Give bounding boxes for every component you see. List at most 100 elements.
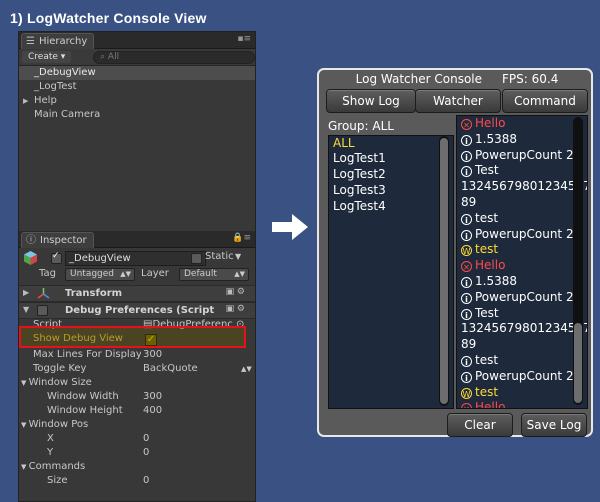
log-entry[interactable]: 13245679801234567 (461, 320, 587, 336)
max-lines-input[interactable]: 300 (143, 348, 162, 362)
info-icon: i (461, 356, 472, 367)
object-name-input[interactable]: _DebugView (65, 251, 206, 266)
collapse-triangle-icon[interactable]: ▼ (21, 421, 29, 429)
window-pos-group[interactable]: ▼ Window Pos (21, 418, 88, 432)
log-entry[interactable]: Wtest (461, 384, 498, 400)
group-item-logtest1[interactable]: LogTest1 (333, 151, 386, 165)
debug-preferences-component-header[interactable]: ▼ Debug Preferences (Script) ▣ ⚙ (19, 302, 255, 319)
clear-button[interactable]: Clear (447, 413, 513, 437)
warning-icon: W (461, 245, 472, 257)
group-item-logtest2[interactable]: LogTest2 (333, 167, 386, 181)
hierarchy-item-logtest[interactable]: _LogTest (19, 80, 255, 94)
log-entry-text: test (475, 353, 499, 367)
log-entry[interactable]: i 1.5388 (461, 131, 517, 147)
show-debug-view-highlight (19, 326, 246, 348)
group-list-scroll-thumb[interactable] (440, 138, 448, 404)
layer-dropdown[interactable]: Default ▲▼ (179, 268, 249, 281)
save-log-button[interactable]: Save Log (521, 413, 587, 437)
collapse-triangle-icon[interactable]: ▼ (21, 379, 29, 387)
tab-hierarchy-label: Hierarchy (38, 36, 88, 47)
expand-triangle-icon[interactable]: ▶ (23, 288, 29, 297)
log-entry[interactable]: i PowerupCount 23 (461, 226, 581, 242)
window-size-group[interactable]: ▼ Window Size (21, 376, 92, 390)
error-icon: ✕ (461, 119, 472, 130)
collapse-triangle-icon[interactable]: ▼ (21, 463, 29, 471)
log-entry[interactable]: i Test (461, 162, 499, 178)
window-width-input[interactable]: 300 (143, 390, 162, 404)
log-entry[interactable]: ✕Hello (461, 399, 506, 409)
panel-menu-icon[interactable]: ▪≡ (237, 34, 251, 44)
hierarchy-item-label: _DebugView (34, 67, 96, 78)
component-enabled-checkbox[interactable] (37, 305, 48, 316)
show-log-button[interactable]: Show Log (326, 89, 416, 113)
log-entry-text: 89 (461, 195, 477, 209)
command-button[interactable]: Command (502, 89, 588, 113)
toggle-key-dropdown[interactable]: BackQuote (143, 362, 198, 376)
tab-inspector[interactable]: ⓘ Inspector (21, 232, 94, 248)
group-item-logtest3[interactable]: LogTest3 (333, 183, 386, 197)
chevron-down-icon: ▲▼ (234, 270, 245, 278)
hierarchy-search-input[interactable]: ⌕ All (93, 51, 255, 64)
log-entry[interactable]: i Test (461, 305, 499, 321)
window-size-label: Window Size (28, 377, 92, 388)
hierarchy-item-debugview[interactable]: _DebugView (19, 66, 255, 80)
info-icon: i (461, 292, 472, 304)
log-entry-text: Test (475, 163, 499, 178)
size-input[interactable]: 0 (143, 474, 149, 488)
lock-menu-icon[interactable]: 🔒≡ (232, 233, 251, 243)
log-entry[interactable]: i test (461, 352, 498, 368)
component-label: Debug Preferences (Script) (65, 305, 215, 316)
fps-readout: FPS: 60.4 (502, 72, 559, 86)
active-checkbox[interactable]: ✓ (51, 251, 62, 264)
log-list: ✕ Hello i 1.5388 i PowerupCount 23 i Test 132456… (456, 115, 588, 409)
group-item-all[interactable]: ALL (333, 136, 355, 150)
window-width-label: Window Width (47, 391, 119, 402)
log-entry-text: Hello (475, 116, 506, 130)
log-entry[interactable]: i test (461, 210, 498, 226)
unity-editor-panel: ☰ Hierarchy ▪≡ Create ▾ ⌕ All _DebugView … (18, 31, 256, 502)
hierarchy-item-label: _LogTest (34, 81, 77, 92)
tab-hierarchy[interactable]: ☰ Hierarchy (21, 33, 95, 49)
log-entry-text: Hello (475, 400, 506, 409)
group-label: Group: ALL (328, 119, 394, 133)
log-entry[interactable]: i PowerupCount 23 (461, 147, 581, 163)
log-entry[interactable]: ✕Hello (461, 116, 506, 131)
info-icon: i (461, 229, 472, 241)
log-entry-text: 89 (461, 337, 477, 352)
chevron-updown-icon[interactable]: ▲▼ (241, 362, 252, 376)
window-height-input[interactable]: 400 (143, 404, 162, 418)
collapse-triangle-icon[interactable]: ▼ (23, 305, 29, 314)
log-entry[interactable]: i PowerupCount 23 (461, 289, 581, 305)
hierarchy-item-main-camera[interactable]: Main Camera (19, 108, 255, 122)
transform-component-header[interactable]: ▶ Transform ▣ ⚙ (19, 285, 255, 302)
y-label: Y (47, 447, 54, 458)
log-entry[interactable]: ✕Hello (461, 257, 505, 273)
x-input[interactable]: 0 (143, 432, 149, 446)
tag-dropdown[interactable]: Untagged ▲▼ (65, 268, 135, 281)
component-settings-gear-icon[interactable]: ▣ ⚙ (226, 287, 245, 297)
expand-triangle-icon[interactable]: ▶ (23, 94, 28, 108)
log-entry-text: Test (475, 305, 499, 320)
log-entry[interactable]: 89 (461, 336, 476, 352)
x-label: X (47, 433, 54, 444)
static-dropdown-icon[interactable]: ▼ (235, 250, 241, 264)
component-settings-gear-icon[interactable]: ▣ ⚙ (225, 304, 245, 314)
commands-group[interactable]: ▼ Commands (21, 460, 85, 474)
log-entry[interactable]: Wtest (461, 241, 498, 257)
inspector-tabbar: ⓘ Inspector 🔒≡ (19, 231, 255, 248)
group-list-scrollbar[interactable] (439, 136, 449, 406)
static-checkbox[interactable] (191, 253, 202, 264)
y-input[interactable]: 0 (143, 446, 149, 460)
create-button[interactable]: Create ▾ (22, 51, 72, 63)
hierarchy-item-help[interactable]: ▶ Help (19, 94, 255, 108)
log-list-scroll-thumb[interactable] (574, 323, 582, 403)
log-entry[interactable]: 89 (461, 194, 476, 210)
log-entry[interactable]: 13245679801234567 (461, 178, 587, 194)
log-entry-text: PowerupCount 23 (475, 368, 582, 383)
group-item-logtest4[interactable]: LogTest4 (333, 199, 386, 213)
log-list-scrollbar[interactable] (573, 117, 583, 405)
log-entry[interactable]: i 1.5388 (461, 273, 517, 289)
watcher-button[interactable]: Watcher (415, 89, 501, 113)
log-entry[interactable]: i PowerupCount 23 (461, 368, 581, 384)
log-watcher-console: Log Watcher Console FPS: 60.4 Show Log Wa… (317, 68, 593, 437)
